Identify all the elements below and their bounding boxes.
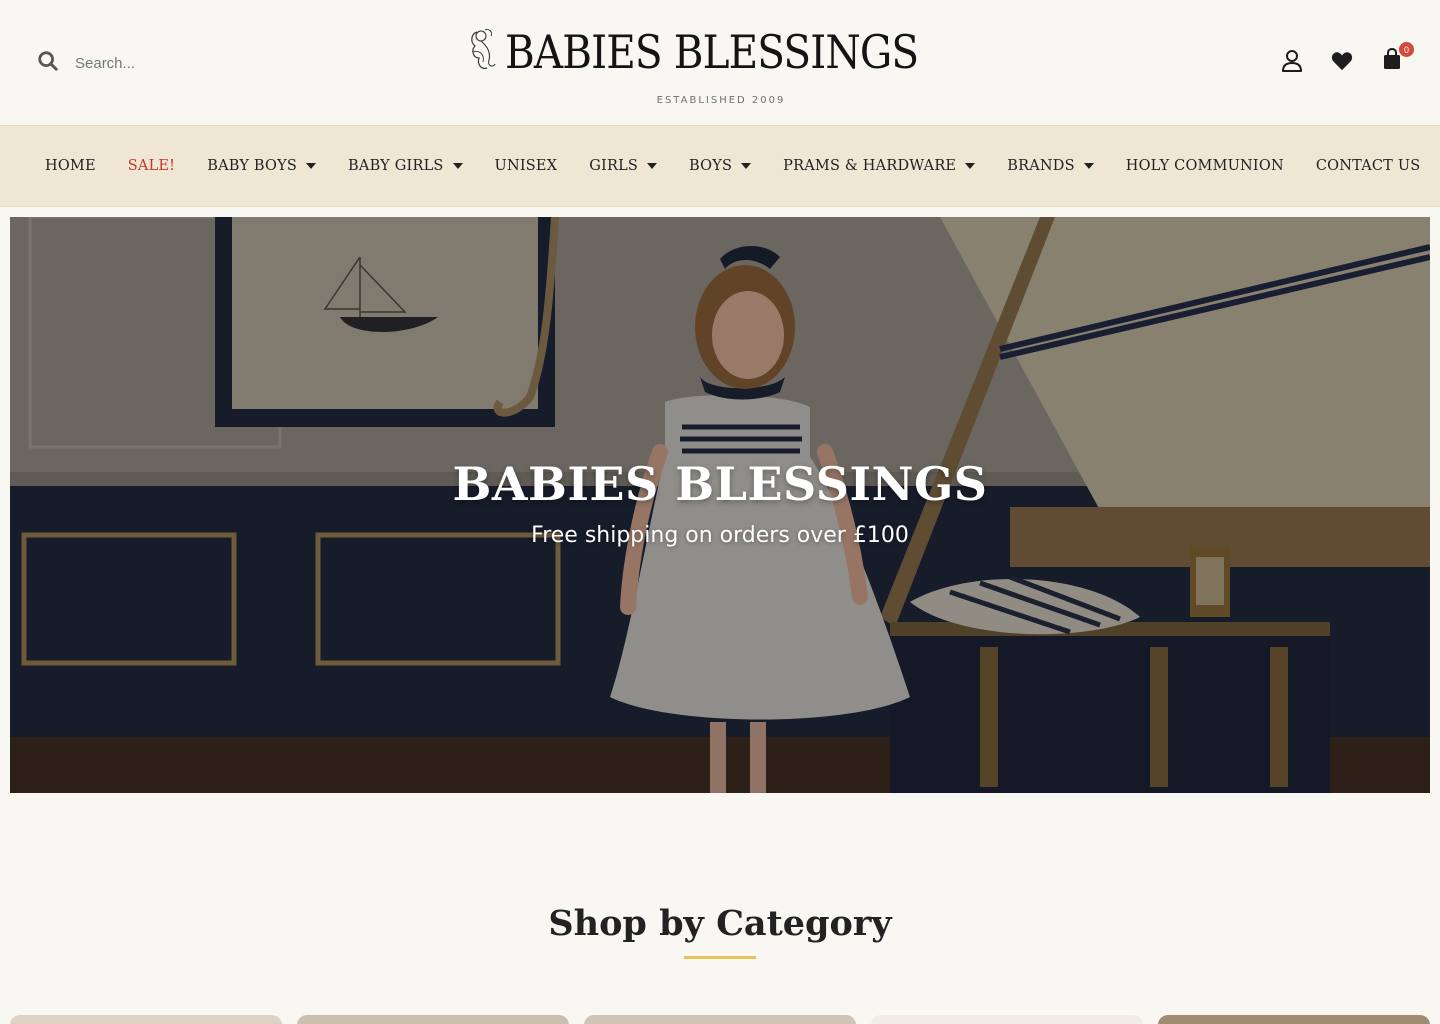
nav-item-boys[interactable]: BOYS bbox=[689, 158, 752, 174]
caret-down-icon bbox=[647, 163, 658, 169]
site-header: BABIES BLESSINGS ESTABLISHED 2009 0 bbox=[0, 0, 1440, 125]
site-logo[interactable]: BABIES BLESSINGS ESTABLISHED 2009 bbox=[471, 24, 946, 106]
cart-count-badge: 0 bbox=[1399, 42, 1414, 57]
nav-item-contact-us[interactable]: CONTACT US bbox=[1316, 158, 1421, 174]
nav-item-sale[interactable]: SALE! bbox=[128, 158, 175, 174]
heart-icon[interactable] bbox=[1330, 48, 1354, 74]
caret-down-icon bbox=[306, 163, 317, 169]
caret-down-icon bbox=[965, 163, 976, 169]
section-title: Shop by Category bbox=[548, 903, 892, 944]
category-card[interactable] bbox=[871, 1015, 1143, 1024]
nav-item-unisex[interactable]: UNISEX bbox=[495, 158, 558, 174]
header-actions: 0 bbox=[1280, 42, 1414, 74]
logo-tagline: ESTABLISHED 2009 bbox=[656, 95, 786, 106]
nav-item-brands[interactable]: BRANDS bbox=[1007, 158, 1094, 174]
caret-down-icon bbox=[741, 163, 752, 169]
hero-title: BABIES BLESSINGS bbox=[452, 457, 988, 511]
search-input[interactable] bbox=[75, 55, 235, 72]
nav-item-girls[interactable]: GIRLS bbox=[589, 158, 658, 174]
nav-item-prams-hardware[interactable]: PRAMS & HARDWARE bbox=[783, 158, 976, 174]
category-card[interactable] bbox=[584, 1015, 856, 1024]
category-card[interactable] bbox=[297, 1015, 569, 1024]
hero-banner[interactable]: BABIES BLESSINGS Free shipping on orders… bbox=[10, 217, 1430, 793]
hero-subtitle: Free shipping on orders over £100 bbox=[531, 523, 909, 548]
caret-down-icon bbox=[1083, 163, 1094, 169]
caret-down-icon bbox=[452, 163, 463, 169]
section-title-underline bbox=[684, 956, 756, 959]
user-icon[interactable] bbox=[1280, 48, 1304, 74]
category-card[interactable] bbox=[10, 1015, 282, 1024]
category-cards bbox=[10, 1015, 1430, 1024]
nav-item-holy-communion[interactable]: HOLY COMMUNION bbox=[1126, 158, 1284, 174]
nav-item-home[interactable]: HOME bbox=[45, 158, 96, 174]
main-nav: HOME SALE! BABY BOYS BABY GIRLS UNISEX G… bbox=[0, 125, 1440, 207]
nav-item-baby-girls[interactable]: BABY GIRLS bbox=[348, 158, 463, 174]
category-card[interactable] bbox=[1158, 1015, 1430, 1024]
nav-item-baby-boys[interactable]: BABY BOYS bbox=[207, 158, 317, 174]
logo-text: BABIES BLESSINGS bbox=[505, 24, 919, 79]
cart-button[interactable]: 0 bbox=[1380, 42, 1414, 74]
logo-emblem-icon bbox=[467, 24, 501, 79]
search-bar[interactable] bbox=[37, 50, 235, 77]
search-icon[interactable] bbox=[37, 50, 59, 77]
